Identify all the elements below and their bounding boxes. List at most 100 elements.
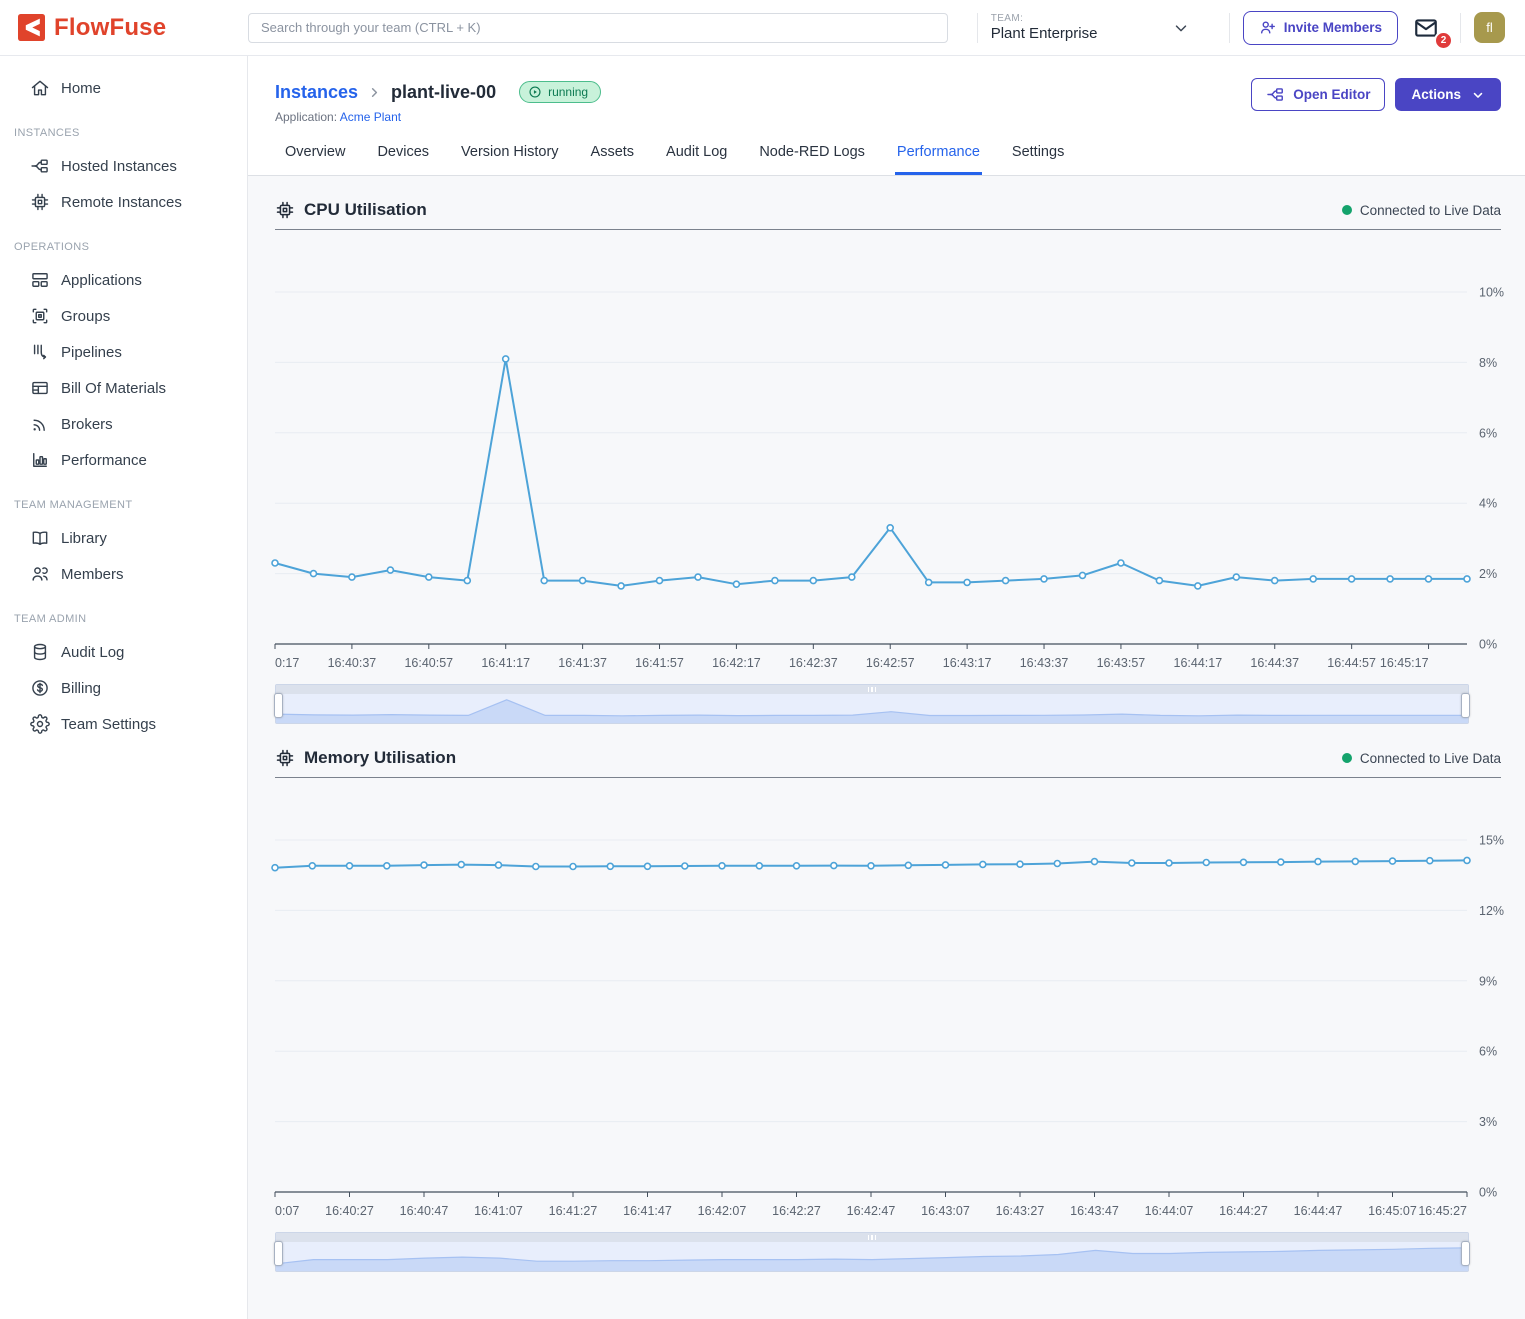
library-icon bbox=[30, 528, 50, 548]
svg-text:16:44:47: 16:44:47 bbox=[1294, 1204, 1343, 1218]
page-header: Instances plant-live-00 running Applicat… bbox=[248, 56, 1525, 124]
cpu-utilisation-chart[interactable]: 0%2%4%6%8%10%0:1716:40:3716:40:5716:41:1… bbox=[275, 236, 1501, 672]
sidebar-item-team-settings[interactable]: Team Settings bbox=[0, 706, 247, 742]
sidebar-item-members[interactable]: Members bbox=[0, 556, 247, 592]
brush-track[interactable] bbox=[276, 694, 1468, 723]
sidebar-item-library[interactable]: Library bbox=[0, 520, 247, 556]
tab-version-history[interactable]: Version History bbox=[459, 144, 561, 175]
svg-text:16:41:17: 16:41:17 bbox=[481, 656, 530, 670]
tab-performance[interactable]: Performance bbox=[895, 144, 982, 175]
sidebar-item-audit-log[interactable]: Audit Log bbox=[0, 634, 247, 670]
members-icon bbox=[30, 564, 50, 584]
tab-assets[interactable]: Assets bbox=[589, 144, 637, 175]
invite-members-label: Invite Members bbox=[1284, 20, 1382, 35]
avatar[interactable]: fl bbox=[1474, 12, 1505, 43]
tab-settings[interactable]: Settings bbox=[1010, 144, 1066, 175]
memory-chip-icon bbox=[275, 748, 295, 768]
performance-icon bbox=[30, 450, 50, 470]
team-selector-value: Plant Enterprise bbox=[991, 25, 1141, 42]
sidebar-section-label: INSTANCES bbox=[0, 106, 247, 148]
svg-text:16:40:37: 16:40:37 bbox=[328, 656, 377, 670]
svg-text:16:44:37: 16:44:37 bbox=[1250, 656, 1299, 670]
status-badge: running bbox=[519, 81, 601, 103]
svg-text:16:45:27: 16:45:27 bbox=[1418, 1204, 1467, 1218]
sidebar: HomeINSTANCESHosted Instances Remote Inst… bbox=[0, 56, 248, 1319]
svg-text:16:41:27: 16:41:27 bbox=[549, 1204, 598, 1218]
svg-text:16:41:07: 16:41:07 bbox=[474, 1204, 523, 1218]
audit-log-icon bbox=[30, 642, 50, 662]
svg-text:16:40:57: 16:40:57 bbox=[404, 656, 453, 670]
sidebar-item-label: Applications bbox=[61, 272, 142, 289]
brush-grip[interactable] bbox=[276, 685, 1468, 694]
svg-text:16:44:57: 16:44:57 bbox=[1327, 656, 1376, 670]
svg-text:16:45:17: 16:45:17 bbox=[1380, 656, 1429, 670]
sidebar-item-performance[interactable]: Performance bbox=[0, 442, 247, 478]
section-title: Memory Utilisation bbox=[304, 748, 456, 768]
sidebar-item-label: Remote Instances bbox=[61, 194, 182, 211]
brush-grip[interactable] bbox=[276, 1233, 1468, 1242]
sidebar-item-groups[interactable]: Groups bbox=[0, 298, 247, 334]
tab-overview[interactable]: Overview bbox=[283, 144, 347, 175]
actions-button[interactable]: Actions bbox=[1395, 78, 1501, 111]
invite-members-button[interactable]: Invite Members bbox=[1243, 11, 1398, 45]
bill-of-materials-icon bbox=[30, 378, 50, 398]
sidebar-item-label: Audit Log bbox=[61, 644, 124, 661]
sidebar-item-bill-of-materials[interactable]: Bill Of Materials bbox=[0, 370, 247, 406]
brokers-icon bbox=[30, 414, 50, 434]
svg-text:8%: 8% bbox=[1479, 356, 1497, 370]
sidebar-item-label: Performance bbox=[61, 452, 147, 469]
breadcrumb-instances-link[interactable]: Instances bbox=[275, 82, 358, 103]
instance-tabs: Overview Devices Version History Assets Audi… bbox=[248, 144, 1525, 176]
sidebar-item-label: Billing bbox=[61, 680, 101, 697]
applications-icon bbox=[30, 270, 50, 290]
groups-icon bbox=[30, 306, 50, 326]
sidebar-item-pipelines[interactable]: Pipelines bbox=[0, 334, 247, 370]
memory-utilisation-chart[interactable]: 0%3%6%9%12%15%0:0716:40:2716:40:4716:41:… bbox=[275, 784, 1501, 1220]
sidebar-item-brokers[interactable]: Brokers bbox=[0, 406, 247, 442]
sidebar-item-remote-instances[interactable]: Remote Instances bbox=[0, 184, 247, 220]
svg-text:16:43:27: 16:43:27 bbox=[996, 1204, 1045, 1218]
brush-handle-right[interactable] bbox=[1461, 1241, 1470, 1266]
tab-devices[interactable]: Devices bbox=[375, 144, 431, 175]
svg-text:16:40:47: 16:40:47 bbox=[400, 1204, 449, 1218]
memory-chart-brush[interactable] bbox=[275, 1232, 1469, 1272]
cpu-chip-icon bbox=[275, 200, 295, 220]
team-selector[interactable]: TEAM: Plant Enterprise bbox=[991, 13, 1141, 42]
actions-label: Actions bbox=[1411, 87, 1461, 102]
pipelines-icon bbox=[30, 342, 50, 362]
sidebar-section-label: TEAM MANAGEMENT bbox=[0, 478, 247, 520]
remote-instances-icon bbox=[30, 192, 50, 212]
sidebar-item-label: Team Settings bbox=[61, 716, 156, 733]
tab-node-red-logs[interactable]: Node-RED Logs bbox=[757, 144, 867, 175]
application-label: Application: bbox=[275, 110, 337, 124]
brush-handle-left[interactable] bbox=[274, 693, 283, 718]
flowfuse-logo[interactable]: FlowFuse bbox=[18, 14, 248, 42]
cpu-utilisation-section: CPU Utilisation Connected to Live Data 0… bbox=[248, 200, 1525, 724]
team-settings-icon bbox=[30, 714, 50, 734]
svg-text:6%: 6% bbox=[1479, 426, 1497, 440]
open-editor-button[interactable]: Open Editor bbox=[1251, 78, 1385, 111]
svg-text:2%: 2% bbox=[1479, 567, 1497, 581]
cpu-chart-brush[interactable] bbox=[275, 684, 1469, 724]
instance-name: plant-live-00 bbox=[391, 82, 496, 103]
sidebar-item-label: Brokers bbox=[61, 416, 113, 433]
open-editor-label: Open Editor bbox=[1293, 87, 1370, 102]
brush-handle-right[interactable] bbox=[1461, 693, 1470, 718]
billing-icon bbox=[30, 678, 50, 698]
brush-handle-left[interactable] bbox=[274, 1241, 283, 1266]
application-link[interactable]: Acme Plant bbox=[340, 110, 401, 124]
top-navbar: FlowFuse TEAM: Plant Enterprise Invite M… bbox=[0, 0, 1525, 56]
sidebar-section-label: TEAM ADMIN bbox=[0, 592, 247, 634]
sidebar-item-applications[interactable]: Applications bbox=[0, 262, 247, 298]
tab-audit-log[interactable]: Audit Log bbox=[664, 144, 729, 175]
memory-utilisation-section: Memory Utilisation Connected to Live Dat… bbox=[248, 748, 1525, 1272]
sidebar-item-billing[interactable]: Billing bbox=[0, 670, 247, 706]
sidebar-item-home[interactable]: Home bbox=[0, 70, 247, 106]
search-input[interactable] bbox=[248, 13, 948, 43]
notifications-button[interactable]: 2 bbox=[1411, 13, 1447, 43]
sidebar-item-hosted-instances[interactable]: Hosted Instances bbox=[0, 148, 247, 184]
chevron-down-icon[interactable] bbox=[1172, 19, 1190, 37]
team-selector-label: TEAM: bbox=[991, 13, 1141, 25]
brush-track[interactable] bbox=[276, 1242, 1468, 1271]
svg-text:0%: 0% bbox=[1479, 638, 1497, 652]
